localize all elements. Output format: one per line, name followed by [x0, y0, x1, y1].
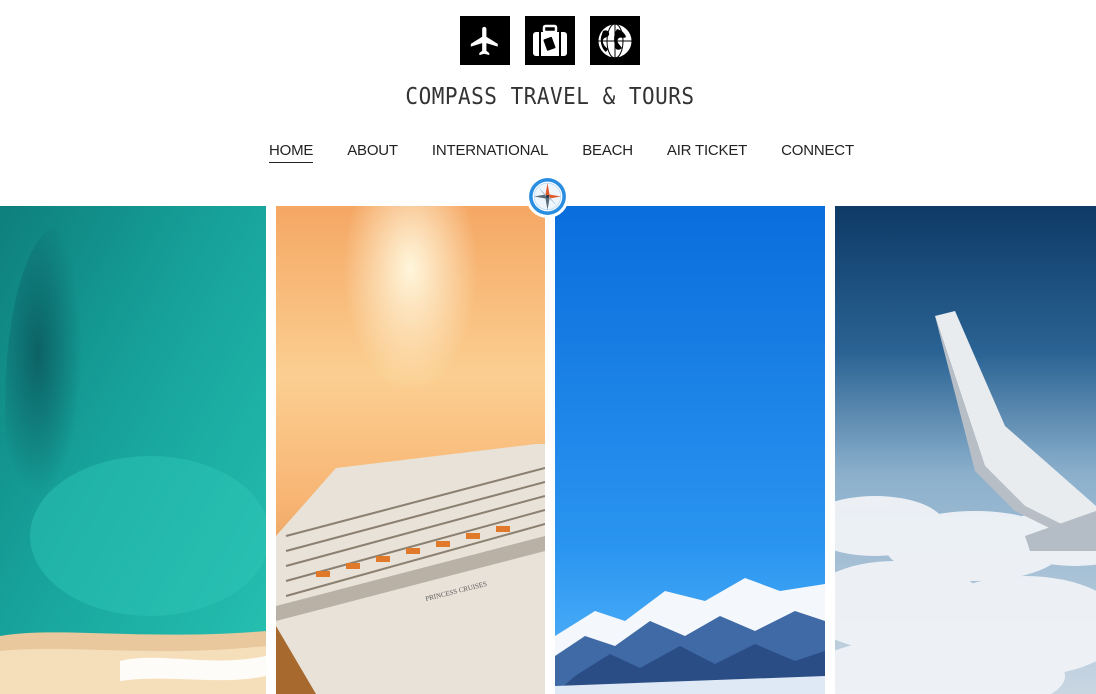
nav-international[interactable]: INTERNATIONAL — [432, 142, 549, 163]
compass-icon — [529, 178, 566, 215]
nav-about[interactable]: ABOUT — [347, 142, 398, 163]
gallery-panel-airplane[interactable] — [835, 206, 1096, 694]
gallery-panel-beach[interactable] — [0, 206, 266, 694]
nav-air-ticket[interactable]: AIR TICKET — [667, 142, 747, 163]
nav-home[interactable]: HOME — [269, 142, 313, 163]
logo-icons — [460, 16, 640, 65]
globe-icon — [590, 16, 640, 65]
gallery-panel-mountains[interactable] — [555, 206, 825, 694]
brand-name: COMPASS TRAVEL & TOURS — [405, 82, 695, 110]
luggage-icon — [525, 16, 575, 65]
compass-badge — [526, 175, 569, 218]
page: COMPASS TRAVEL & TOURS HOME ABOUT INTERN… — [0, 0, 1096, 694]
gallery-panel-cruise[interactable]: PRINCESS CRUISES — [276, 206, 545, 694]
airplane-icon — [460, 16, 510, 65]
mountains-photo — [555, 206, 825, 694]
main-nav: HOME ABOUT INTERNATIONAL BEACH AIR TICKE… — [269, 142, 854, 163]
beach-photo — [0, 206, 266, 694]
nav-connect[interactable]: CONNECT — [781, 142, 854, 163]
airplane-photo — [835, 206, 1096, 694]
cruise-photo: PRINCESS CRUISES — [276, 206, 545, 694]
nav-beach[interactable]: BEACH — [582, 142, 633, 163]
